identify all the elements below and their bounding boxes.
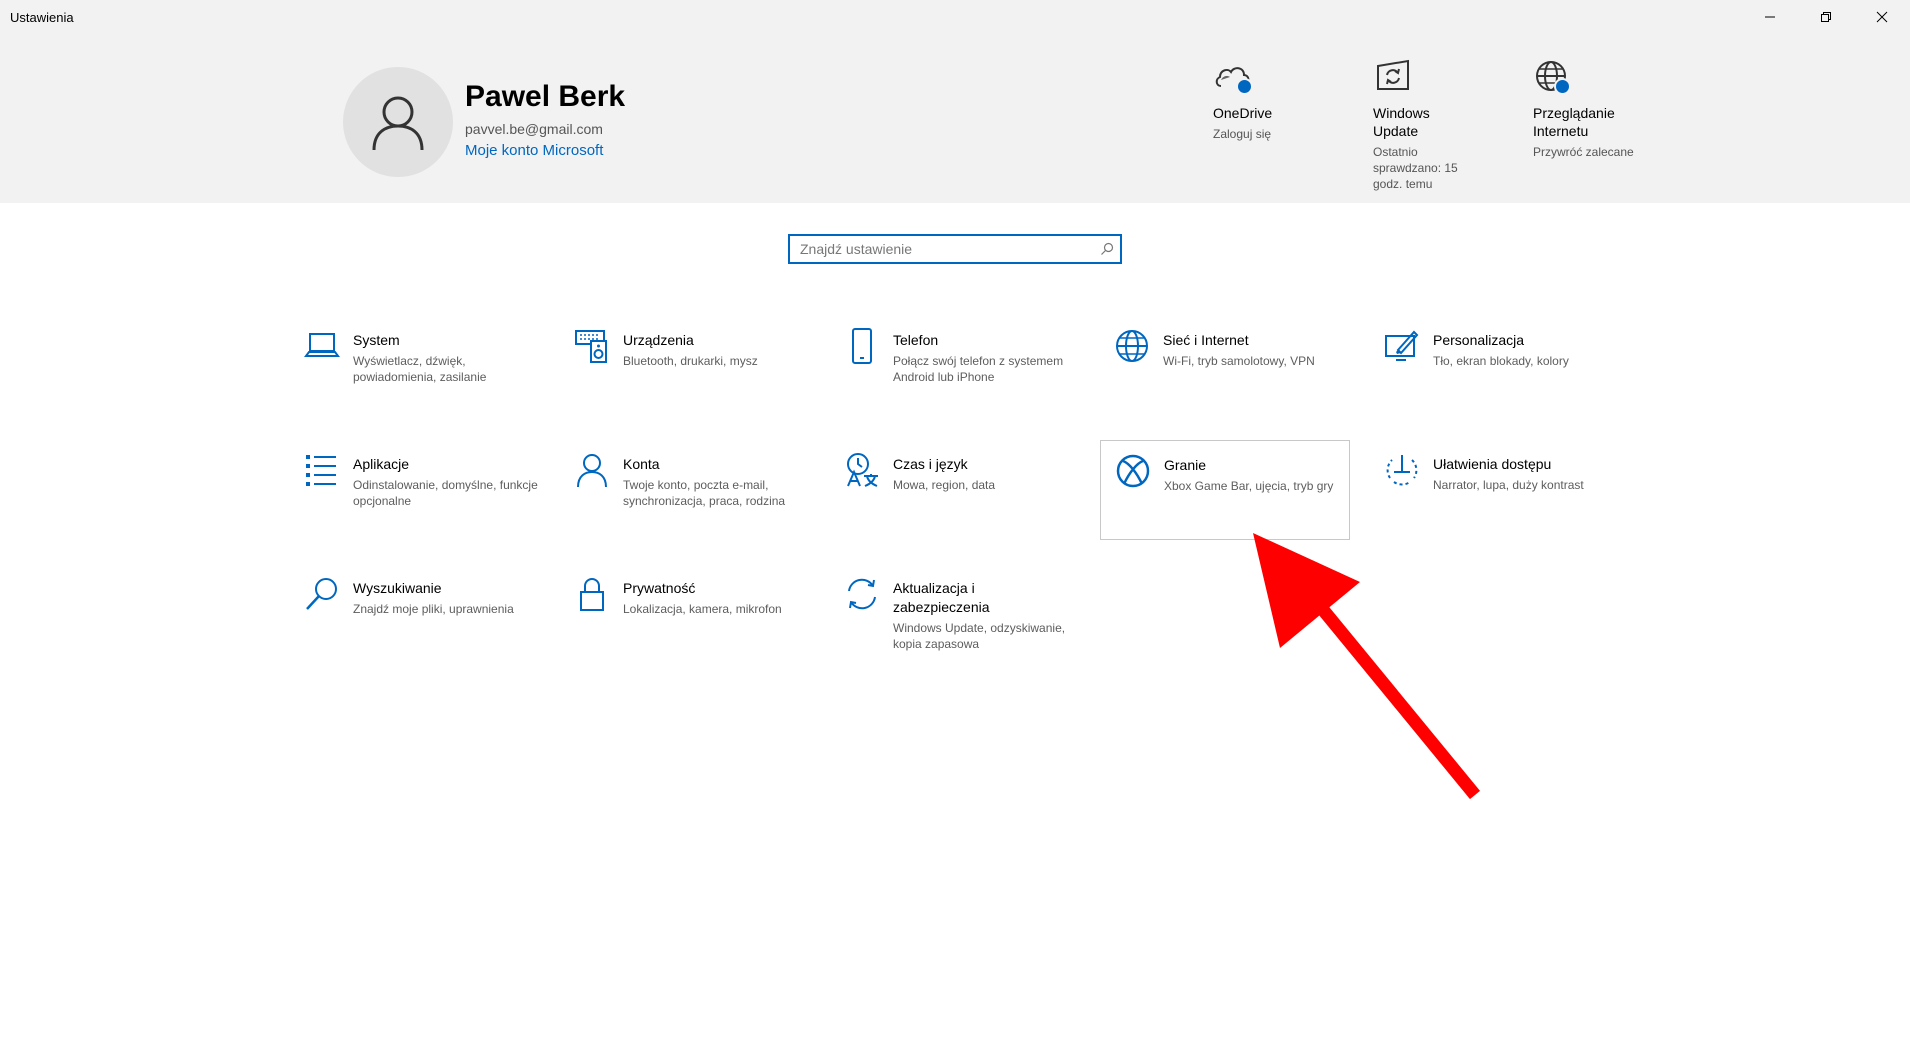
tile-subtitle: Połącz swój telefon z systemem Android l… bbox=[893, 354, 1064, 384]
tile-phone[interactable]: Telefon Połącz swój telefon z systemem A… bbox=[830, 316, 1080, 416]
quick-item-internet-browsing[interactable]: Przeglądanie Internetu Przywróć zalecane bbox=[1533, 58, 1643, 160]
tile-personalization[interactable]: Personalizacja Tło, ekran blokady, kolor… bbox=[1370, 316, 1620, 416]
search-box[interactable] bbox=[788, 234, 1122, 264]
tile-gaming[interactable]: Granie Xbox Game Bar, ujęcia, tryb gry bbox=[1100, 440, 1350, 540]
search-input[interactable] bbox=[790, 236, 1094, 262]
tile-title: Aktualizacja i zabezpieczenia bbox=[893, 580, 990, 615]
restore-icon bbox=[1821, 12, 1831, 22]
onedrive-cloud-icon bbox=[1213, 58, 1253, 98]
tile-subtitle: Windows Update, odzyskiwanie, kopia zapa… bbox=[893, 621, 1066, 651]
tile-subtitle: Odinstalowanie, domyślne, funkcje opcjon… bbox=[353, 478, 538, 508]
window-title: Ustawienia bbox=[10, 10, 74, 25]
tile-title: Personalizacja bbox=[1433, 332, 1525, 348]
tile-subtitle: Znajdź moje pliki, uprawnienia bbox=[353, 602, 514, 616]
tile-title: Wyszukiwanie bbox=[353, 580, 442, 596]
tile-subtitle: Xbox Game Bar, ujęcia, tryb gry bbox=[1164, 479, 1334, 493]
avatar[interactable] bbox=[343, 67, 453, 177]
tile-title: Ułatwienia dostępu bbox=[1433, 456, 1552, 472]
quick-item-subtitle: Przywróć zalecane bbox=[1533, 145, 1634, 159]
quick-item-subtitle: Ostatnio sprawdzano: 15 godz. temu bbox=[1373, 145, 1458, 191]
tile-subtitle: Tło, ekran blokady, kolory bbox=[1433, 354, 1569, 368]
restore-button[interactable] bbox=[1798, 0, 1854, 34]
quick-item-subtitle: Zaloguj się bbox=[1213, 127, 1272, 141]
window-controls bbox=[1742, 0, 1910, 34]
tile-accounts[interactable]: Konta Twoje konto, poczta e-mail, synchr… bbox=[560, 440, 810, 540]
quick-item-onedrive[interactable]: OneDrive Zaloguj się bbox=[1213, 58, 1373, 142]
tile-accessibility[interactable]: Ułatwienia dostępu Narrator, lupa, duży … bbox=[1370, 440, 1620, 540]
devices-icon bbox=[575, 330, 607, 363]
tile-title: Telefon bbox=[893, 332, 939, 348]
tile-time-language[interactable]: Czas i język Mowa, region, data bbox=[830, 440, 1080, 540]
tile-system[interactable]: System Wyświetlacz, dźwięk, powiadomieni… bbox=[290, 316, 540, 416]
globe-icon bbox=[1533, 58, 1573, 98]
profile-email: pavvel.be@gmail.com bbox=[465, 121, 603, 137]
tile-title: Czas i język bbox=[893, 456, 968, 472]
minimize-icon bbox=[1765, 16, 1775, 18]
tile-title: Aplikacje bbox=[353, 456, 410, 472]
lock-icon bbox=[580, 578, 604, 611]
tile-subtitle: Wyświetlacz, dźwięk, powiadomienia, zasi… bbox=[353, 354, 487, 384]
personalization-icon bbox=[1385, 330, 1419, 361]
quick-item-title: OneDrive bbox=[1213, 105, 1273, 121]
phone-icon bbox=[852, 328, 872, 364]
person-icon bbox=[577, 454, 607, 488]
windows-update-icon bbox=[1373, 58, 1413, 98]
minimize-button[interactable] bbox=[1742, 0, 1798, 34]
tile-title: Prywatność bbox=[623, 580, 696, 596]
tile-title: Granie bbox=[1164, 457, 1207, 473]
tile-subtitle: Mowa, region, data bbox=[893, 478, 996, 492]
search-icon[interactable] bbox=[1094, 236, 1120, 262]
tile-privacy[interactable]: Prywatność Lokalizacja, kamera, mikrofon bbox=[560, 564, 810, 664]
tile-subtitle: Twoje konto, poczta e-mail, synchronizac… bbox=[623, 478, 786, 508]
globe-icon bbox=[1116, 330, 1148, 362]
settings-window: Ustawienia Pawel Berk pavvel.be@gmail.co… bbox=[0, 0, 1910, 1048]
quick-item-title: Przeglądanie Internetu bbox=[1533, 105, 1615, 139]
microsoft-account-link[interactable]: Moje konto Microsoft bbox=[465, 142, 603, 159]
tile-title: System bbox=[353, 332, 400, 348]
tile-apps[interactable]: Aplikacje Odinstalowanie, domyślne, funk… bbox=[290, 440, 540, 540]
tile-title: Konta bbox=[623, 456, 660, 472]
tile-search[interactable]: Wyszukiwanie Znajdź moje pliki, uprawnie… bbox=[290, 564, 540, 664]
laptop-icon bbox=[304, 333, 340, 357]
time-language-icon bbox=[847, 453, 878, 487]
tile-devices[interactable]: Urządzenia Bluetooth, drukarki, mysz bbox=[560, 316, 810, 416]
tile-update-security[interactable]: Aktualizacja i zabezpieczenia Windows Up… bbox=[830, 564, 1080, 674]
tile-title: Urządzenia bbox=[623, 332, 694, 348]
search-icon bbox=[306, 578, 337, 610]
profile-name: Pawel Berk bbox=[465, 80, 626, 113]
tile-subtitle: Bluetooth, drukarki, mysz bbox=[623, 354, 758, 368]
person-icon bbox=[372, 96, 424, 151]
tile-network[interactable]: Sieć i Internet Wi-Fi, tryb samolotowy, … bbox=[1100, 316, 1350, 416]
xbox-icon bbox=[1116, 454, 1150, 488]
quick-item-title: Windows Update bbox=[1373, 105, 1430, 139]
tile-subtitle: Lokalizacja, kamera, mikrofon bbox=[623, 602, 782, 616]
tile-title: Sieć i Internet bbox=[1163, 332, 1249, 348]
close-icon bbox=[1876, 11, 1888, 23]
apps-list-icon bbox=[306, 455, 336, 486]
tile-subtitle: Narrator, lupa, duży kontrast bbox=[1433, 478, 1584, 492]
update-sync-icon bbox=[848, 578, 876, 610]
close-button[interactable] bbox=[1854, 0, 1910, 34]
tile-subtitle: Wi-Fi, tryb samolotowy, VPN bbox=[1163, 354, 1315, 368]
accessibility-icon bbox=[1386, 455, 1418, 486]
quick-item-windows-update[interactable]: Windows Update Ostatnio sprawdzano: 15 g… bbox=[1373, 58, 1478, 192]
